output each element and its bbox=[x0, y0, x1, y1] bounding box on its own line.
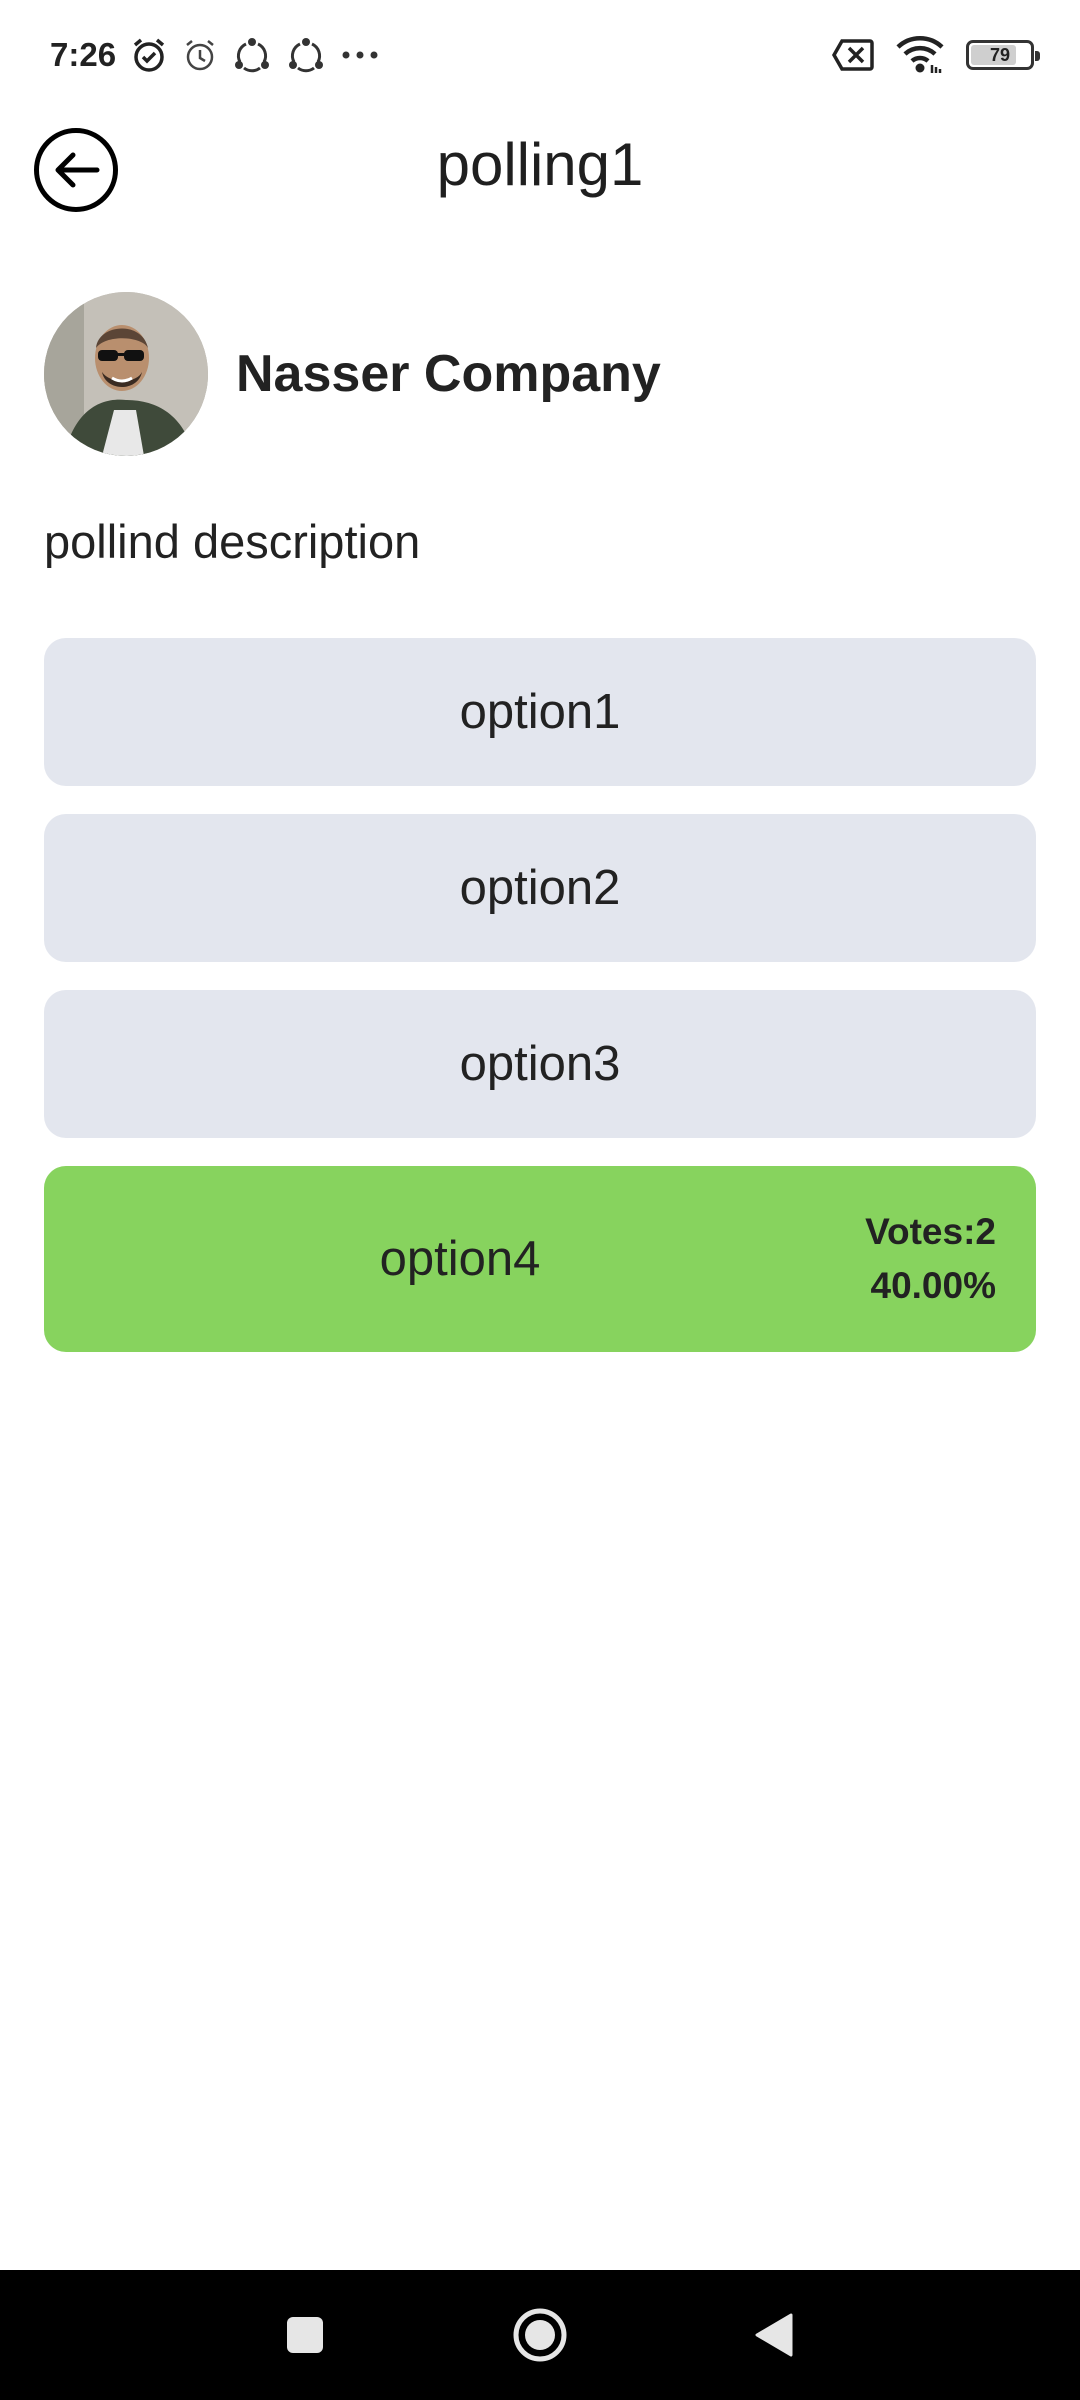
status-left: 7:26 bbox=[50, 36, 380, 74]
option-label: option1 bbox=[459, 685, 621, 739]
more-dots-icon bbox=[340, 49, 380, 61]
poll-option-1[interactable]: option1 bbox=[44, 638, 1036, 786]
vote-percentage: 40.00% bbox=[870, 1265, 997, 1306]
avatar-photo bbox=[44, 292, 208, 456]
option-label: option2 bbox=[459, 861, 621, 915]
sync-icon bbox=[232, 36, 272, 74]
author-row: Nasser Company bbox=[44, 292, 661, 456]
author-name: Nasser Company bbox=[236, 345, 661, 403]
status-right: 79 bbox=[832, 35, 1040, 75]
alarm-clock-icon bbox=[130, 36, 168, 74]
system-nav-bar bbox=[0, 2270, 1080, 2400]
screen: 7:26 79 polling1 Nasser Company pollind … bbox=[0, 0, 1080, 2400]
battery-icon: 79 bbox=[966, 40, 1040, 70]
avatar[interactable] bbox=[44, 292, 208, 456]
option-label: option4 bbox=[379, 1232, 541, 1286]
back-triangle-icon bbox=[755, 2313, 793, 2357]
recent-apps-icon bbox=[287, 2317, 323, 2353]
option-label: option3 bbox=[459, 1037, 621, 1091]
app-bar: polling1 bbox=[0, 110, 1080, 230]
status-time: 7:26 bbox=[50, 36, 117, 73]
recent-apps-button[interactable] bbox=[280, 2305, 330, 2365]
page-title: polling1 bbox=[436, 131, 644, 198]
home-button[interactable] bbox=[505, 2300, 575, 2370]
vote-count: Votes:2 bbox=[865, 1211, 996, 1252]
poll-option-4-selected[interactable]: option4 Votes:2 40.00% bbox=[44, 1166, 1036, 1352]
status-bar: 7:26 79 bbox=[0, 0, 1080, 110]
poll-description: pollind description bbox=[44, 515, 421, 568]
vote-stats: Votes:2 40.00% bbox=[865, 1166, 996, 1352]
sync-icon-2 bbox=[286, 36, 326, 74]
home-icon bbox=[513, 2308, 567, 2362]
alarm-clock-outline-icon bbox=[182, 37, 218, 73]
poll-option-3[interactable]: option3 bbox=[44, 990, 1036, 1138]
poll-option-2[interactable]: option2 bbox=[44, 814, 1036, 962]
no-sim-icon bbox=[832, 39, 874, 71]
wifi-icon bbox=[896, 35, 944, 75]
nav-back-button[interactable] bbox=[748, 2305, 798, 2365]
battery-level: 79 bbox=[989, 44, 1011, 65]
